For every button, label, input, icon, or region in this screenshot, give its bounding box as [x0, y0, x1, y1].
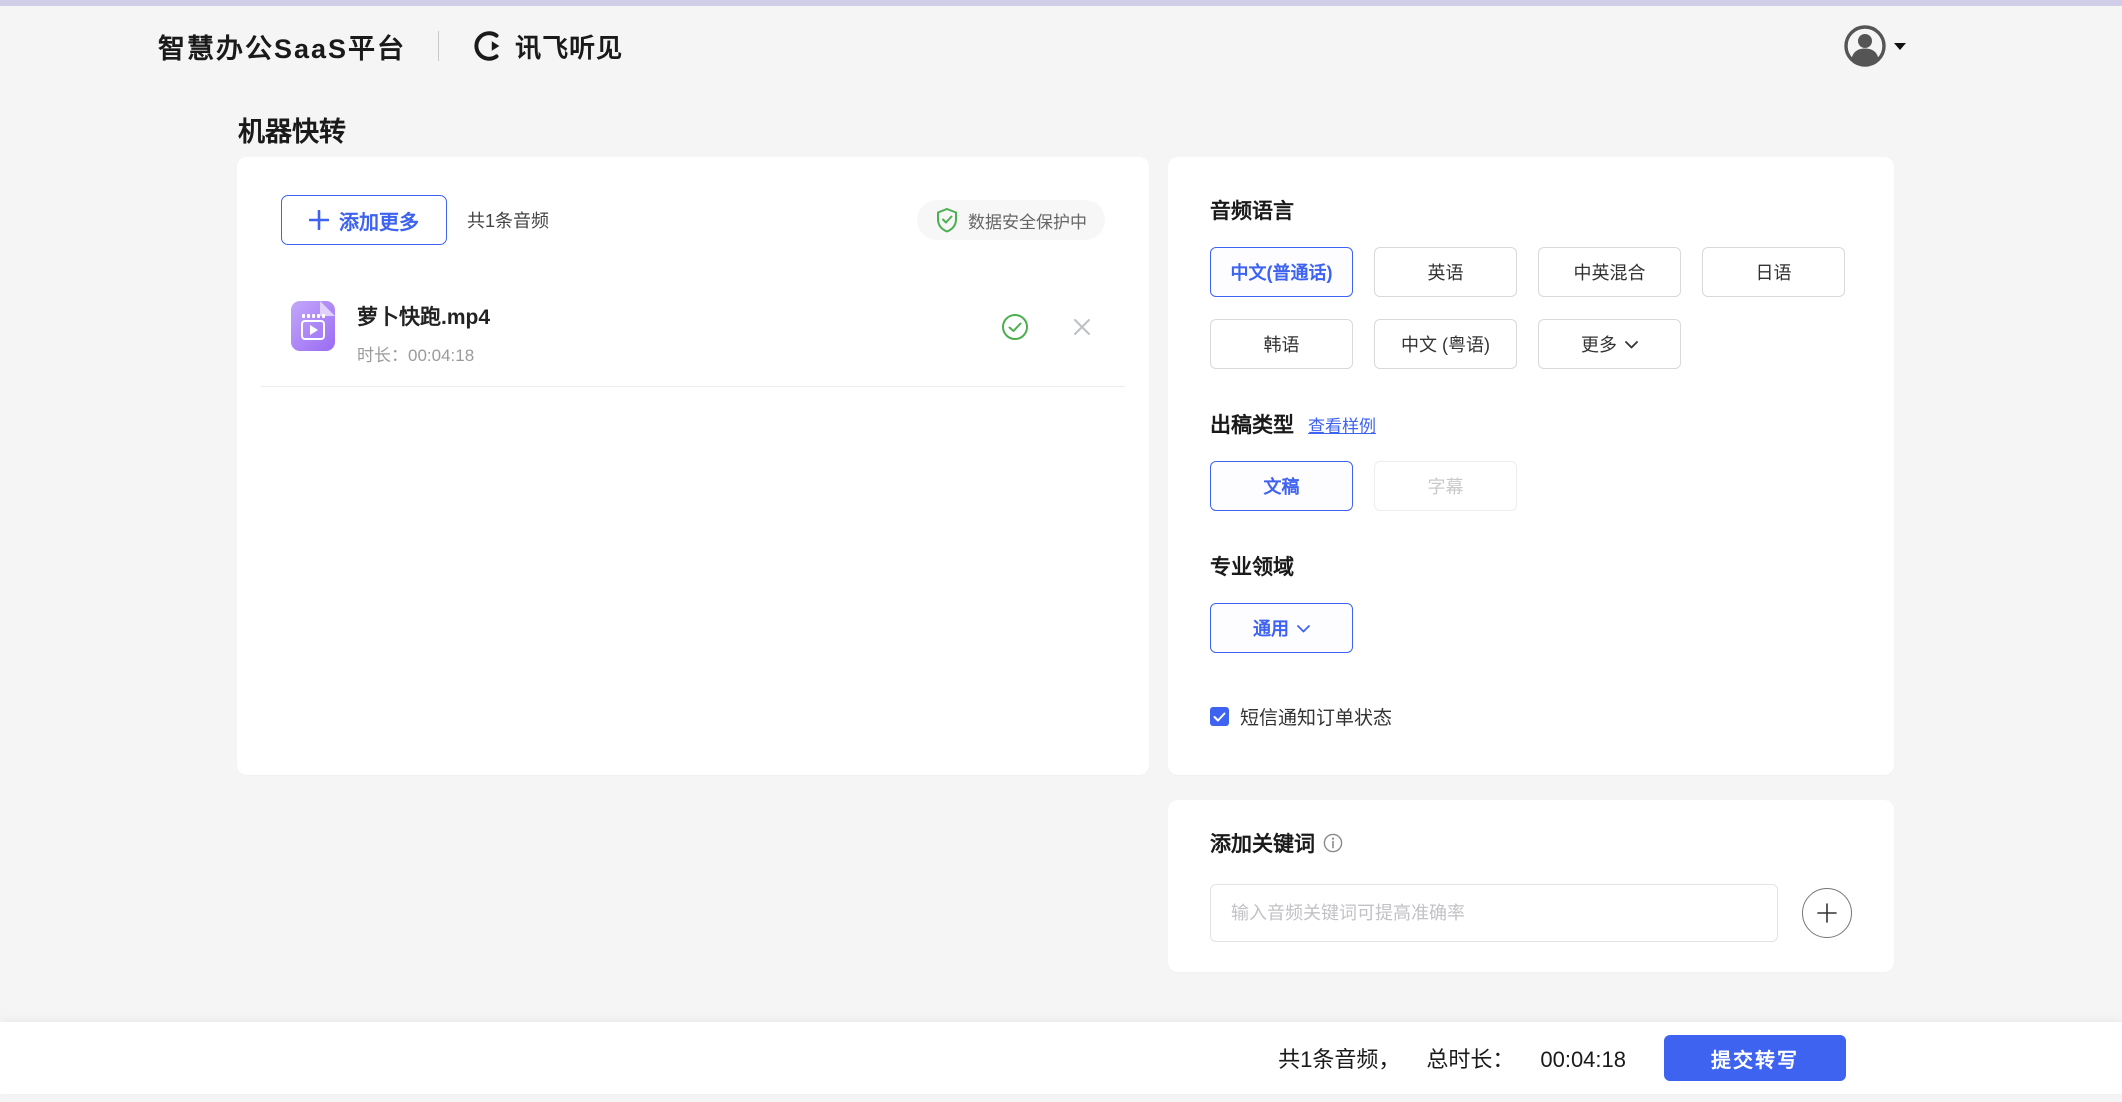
sms-label: 短信通知订单状态: [1240, 708, 1393, 729]
video-file-icon: [291, 301, 335, 351]
keywords-title: 添加关键词: [1210, 833, 1315, 856]
plus-icon: [308, 209, 330, 231]
page-title: 机器快转: [238, 117, 346, 147]
language-title: 音频语言: [1210, 200, 1294, 223]
user-menu[interactable]: [1843, 24, 1907, 68]
language-option-mixed[interactable]: 中英混合: [1538, 247, 1681, 297]
language-option-korean[interactable]: 韩语: [1210, 319, 1353, 369]
domain-select[interactable]: 通用: [1210, 603, 1353, 653]
footer-duration-value: 00:04:18: [1540, 1047, 1626, 1072]
add-keyword-button[interactable]: [1802, 888, 1852, 938]
security-label: 数据安全保护中: [968, 212, 1087, 232]
output-type-subtitle[interactable]: 字幕: [1374, 461, 1517, 511]
options-card: 音频语言 中文(普通话) 英语 中英混合 日语 韩语 中文 (粤语) 更多 出稿…: [1168, 157, 1894, 775]
domain-title: 专业领域: [1210, 556, 1294, 579]
file-status: [1001, 301, 1093, 341]
info-icon[interactable]: [1323, 833, 1343, 853]
domain-section: 专业领域 通用: [1210, 551, 1852, 653]
brand-divider: [438, 31, 440, 61]
file-row: 萝卜快跑.mp4 时长：00:04:18: [281, 301, 1105, 366]
upload-toolbar: 添加更多 共1条音频 数据安全保护中: [281, 195, 1105, 245]
file-name: 萝卜快跑.mp4: [357, 306, 491, 329]
audio-count: 共1条音频: [467, 211, 550, 231]
language-option-english[interactable]: 英语: [1374, 247, 1517, 297]
chevron-down-icon: [1625, 341, 1638, 349]
shield-check-icon: [935, 207, 959, 233]
product-logo: 讯飞听见: [471, 28, 623, 65]
sms-checkbox[interactable]: [1210, 707, 1229, 726]
footer-summary: 共1条音频， 总时长： 00:04:18: [1278, 1042, 1626, 1074]
avatar-icon[interactable]: [1843, 24, 1887, 68]
platform-title: 智慧办公SaaS平台: [158, 33, 407, 64]
language-option-cantonese[interactable]: 中文 (粤语): [1374, 319, 1517, 369]
submit-footer: 共1条音频， 总时长： 00:04:18 提交转写: [0, 1022, 2122, 1094]
output-type-transcript[interactable]: 文稿: [1210, 461, 1353, 511]
footer-duration-label: 总时长：: [1426, 1047, 1515, 1072]
add-more-label: 添加更多: [339, 211, 419, 234]
chevron-down-icon: [1297, 625, 1310, 633]
ear-logo-icon: [471, 29, 505, 63]
upload-card: 添加更多 共1条音频 数据安全保护中 萝卜快跑.mp4 时长：00:04:18: [237, 157, 1149, 775]
submit-transcription-button[interactable]: 提交转写: [1664, 1035, 1846, 1081]
output-type-buttons: 文稿 字幕: [1210, 461, 1852, 511]
keywords-input[interactable]: [1210, 884, 1778, 942]
sms-notify-option[interactable]: 短信通知订单状态: [1210, 703, 1852, 730]
language-buttons: 中文(普通话) 英语 中英混合 日语 韩语 中文 (粤语) 更多: [1210, 247, 1852, 369]
add-more-button[interactable]: 添加更多: [281, 195, 447, 245]
caret-down-icon[interactable]: [1893, 42, 1907, 51]
brand-area: 智慧办公SaaS平台 讯飞听见: [158, 27, 623, 66]
footer-count: 共1条音频，: [1278, 1047, 1401, 1072]
product-name: 讯飞听见: [515, 32, 624, 63]
output-type-section: 出稿类型 查看样例 文稿 字幕: [1210, 409, 1852, 511]
language-option-more[interactable]: 更多: [1538, 319, 1681, 369]
view-sample-link[interactable]: 查看样例: [1308, 412, 1376, 437]
remove-file-icon[interactable]: [1071, 316, 1093, 338]
app-header: 智慧办公SaaS平台 讯飞听见: [0, 6, 2122, 86]
check-circle-icon: [1001, 313, 1029, 341]
file-row-divider: [261, 386, 1125, 387]
language-option-japanese[interactable]: 日语: [1702, 247, 1845, 297]
output-type-title: 出稿类型: [1210, 414, 1294, 437]
file-duration: 时长：00:04:18: [357, 346, 475, 365]
language-section: 音频语言 中文(普通话) 英语 中英混合 日语 韩语 中文 (粤语) 更多: [1210, 195, 1852, 369]
keywords-card: 添加关键词: [1168, 800, 1894, 972]
security-badge: 数据安全保护中: [917, 200, 1105, 240]
language-option-mandarin[interactable]: 中文(普通话): [1210, 247, 1353, 297]
file-info: 萝卜快跑.mp4 时长：00:04:18: [357, 301, 490, 366]
